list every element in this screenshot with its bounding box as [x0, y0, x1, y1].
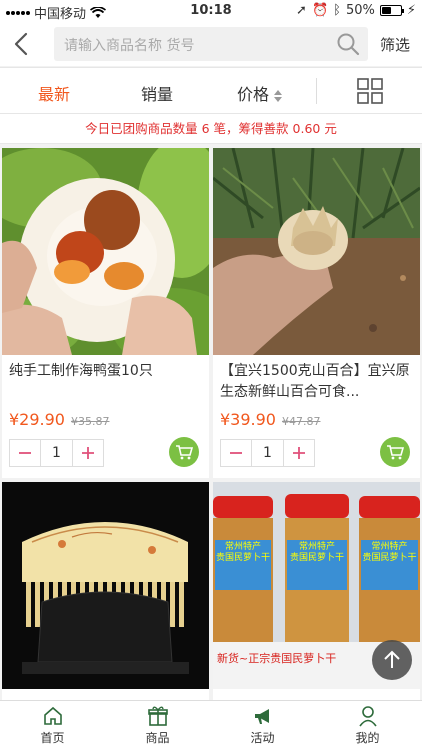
sort-arrows-icon [274, 89, 283, 102]
tab-home-label: 首页 [40, 731, 65, 745]
original-price: ¥35.87 [70, 415, 110, 428]
current-price: ¥29.90 [9, 410, 65, 429]
jar-label-text: 常州特产 贵国民萝卜干 [362, 542, 417, 563]
user-icon [358, 706, 377, 727]
plus-icon [293, 447, 305, 459]
tab-mine[interactable]: 我的 [315, 705, 420, 746]
minus-button[interactable] [221, 440, 251, 466]
battery-percent: 50% [345, 3, 375, 18]
megaphone-icon [254, 709, 269, 724]
product-name[interactable]: 【宜兴1500克山百合】宜兴原生态新鲜山百合可食... [220, 361, 416, 403]
filter-button[interactable]: 筛选 [380, 34, 410, 55]
tab-activity-label: 活动 [250, 731, 275, 745]
tab-activity[interactable]: 活动 [210, 705, 315, 746]
product-card[interactable] [2, 482, 209, 700]
current-price: ¥39.90 [220, 410, 276, 429]
arrow-up-icon [384, 650, 400, 668]
search-header: 请输入商品名称 货号 筛选 [0, 22, 422, 66]
tab-price-label: 价格 [237, 85, 270, 104]
jar-label-text: 常州特产 贵国民萝卜干 [215, 542, 270, 563]
plus-button[interactable] [284, 440, 314, 466]
search-input[interactable]: 请输入商品名称 货号 [54, 27, 368, 61]
add-to-cart-button[interactable] [380, 437, 410, 467]
product-price: ¥29.90 ¥35.87 [9, 410, 109, 429]
home-icon [43, 706, 62, 725]
back-icon[interactable] [8, 28, 36, 60]
tab-goods-label: 商品 [145, 731, 170, 745]
tab-home[interactable]: 首页 [0, 705, 105, 746]
minus-button[interactable] [10, 440, 40, 466]
tab-newest[interactable]: 最新 [38, 81, 70, 105]
jar-label-text: 常州特产 贵国民萝卜干 [289, 542, 344, 563]
tab-mine-label: 我的 [355, 731, 380, 745]
quantity-value[interactable]: 1 [251, 440, 284, 466]
product-image-salted-duck-egg[interactable] [2, 148, 209, 355]
charging-icon: ⚡ [406, 3, 416, 18]
product-card[interactable]: 纯手工制作海鸭蛋10只 ¥29.90 ¥35.87 1 [2, 148, 209, 478]
cart-icon [387, 445, 404, 460]
sort-tabs: 最新 销量 价格 [0, 67, 422, 114]
product-name[interactable]: 纯手工制作海鸭蛋10只 [9, 361, 205, 382]
search-placeholder: 请输入商品名称 货号 [64, 38, 195, 54]
battery-icon [379, 5, 404, 16]
product-grid: 纯手工制作海鸭蛋10只 ¥29.90 ¥35.87 1 【宜兴1500克山百合】… [0, 148, 422, 700]
tab-sales[interactable]: 销量 [141, 81, 173, 105]
product-image-lily-bulb[interactable] [213, 148, 420, 355]
minus-icon [19, 452, 31, 454]
screen: 中国移动 10:18 ➚ ⏰ ᛒ 50% ⚡ 请输入商品名称 货号 筛选 最新 … [0, 0, 422, 750]
product-card[interactable]: 【宜兴1500克山百合】宜兴原生态新鲜山百合可食... ¥39.90 ¥47.87… [213, 148, 420, 478]
original-price: ¥47.87 [281, 415, 321, 428]
bottom-tab-bar: 首页 商品 活动 我的 [0, 700, 422, 750]
product-price: ¥39.90 ¥47.87 [220, 410, 320, 429]
plus-button[interactable] [73, 440, 103, 466]
tab-price[interactable]: 价格 [237, 81, 283, 105]
tabs-divider [316, 78, 317, 104]
tab-goods[interactable]: 商品 [105, 705, 210, 746]
quantity-stepper: 1 [9, 439, 104, 467]
grid-view-icon[interactable] [357, 78, 383, 104]
product-image-wooden-comb[interactable] [2, 482, 209, 689]
search-icon[interactable] [336, 32, 360, 56]
gift-icon [147, 706, 168, 726]
bluetooth-icon: ᛒ [333, 3, 341, 18]
status-bar: 中国移动 10:18 ➚ ⏰ ᛒ 50% ⚡ [0, 0, 422, 22]
minus-icon [230, 452, 242, 454]
alarm-icon: ⏰ [311, 3, 329, 18]
plus-icon [82, 447, 94, 459]
image-caption: 新货~正宗贵国民萝卜干 [217, 652, 337, 665]
donation-banner: 今日已团购商品数量 6 笔，筹得善款 0.60 元 [0, 114, 422, 144]
cart-icon [176, 445, 193, 460]
quantity-value[interactable]: 1 [40, 440, 73, 466]
add-to-cart-button[interactable] [169, 437, 199, 467]
quantity-stepper: 1 [220, 439, 315, 467]
location-icon: ➚ [296, 3, 307, 18]
scroll-to-top-button[interactable] [372, 640, 412, 680]
